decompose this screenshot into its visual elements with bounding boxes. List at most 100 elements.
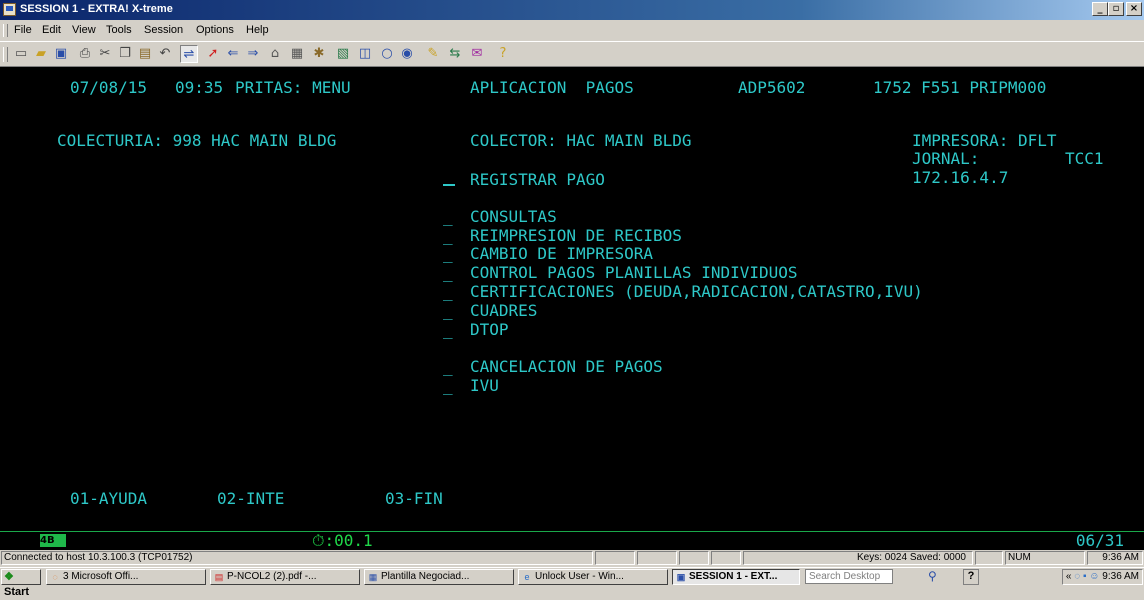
open-icon[interactable]: ▰ (32, 45, 50, 63)
toolbar-grip[interactable] (3, 47, 8, 62)
option-cancelacion[interactable]: CANCELACION DE PAGOS (470, 358, 663, 376)
menu-grip[interactable] (3, 24, 8, 37)
menu-tools[interactable]: Tools (106, 24, 132, 36)
screen-title: APLICACION PAGOS (470, 78, 634, 97)
menu-help[interactable]: Help (246, 24, 269, 36)
jornal-value: TCC1 (1065, 149, 1104, 168)
help-icon[interactable]: ? (494, 45, 512, 63)
input-cursor[interactable] (443, 184, 455, 186)
fkey-inte[interactable]: 02-INTE (217, 490, 284, 508)
task-pdf[interactable]: ▤ P-NCOL2 (2).pdf -... (210, 569, 360, 585)
zoom-icon[interactable]: ◫ (356, 45, 374, 63)
screen-time: 09:35 (175, 78, 224, 97)
search-desktop-input[interactable]: Search Desktop (805, 569, 893, 584)
option-dtop[interactable]: DTOP (470, 321, 509, 339)
help-tray-icon[interactable]: ? (963, 569, 979, 585)
monitor-icon[interactable]: ▪ (1083, 571, 1087, 582)
maximize-button[interactable]: ▫ (1108, 2, 1124, 16)
task-plantilla[interactable]: ▦ Plantilla Negociad... (364, 569, 514, 585)
windows-logo-icon: ❖ (4, 571, 14, 583)
app-icon[interactable] (3, 3, 16, 16)
close-button[interactable]: × (1126, 2, 1142, 16)
start-button[interactable]: ❖ Start (1, 569, 41, 598)
messenger-icon[interactable]: ☺ (1089, 571, 1099, 582)
home-icon[interactable]: ⌂ (266, 45, 284, 63)
pdf-icon: ▤ (214, 572, 224, 582)
tray-expand-icon[interactable]: « (1066, 571, 1072, 582)
macro-icon[interactable]: ➚ (204, 45, 222, 63)
screen-program: PRITAS: MENU (235, 78, 351, 97)
save-icon[interactable]: ▣ (52, 45, 70, 63)
status-bar: Connected to host 10.3.100.3 (TCP01752) … (0, 550, 1144, 567)
option-field[interactable]: _ (443, 245, 453, 263)
copy-icon[interactable]: ❐ (116, 45, 134, 63)
option-consultas[interactable]: CONSULTAS (470, 208, 557, 226)
option-reimpresion[interactable]: REIMPRESION DE RECIBOS (470, 227, 682, 245)
menu-view[interactable]: View (72, 24, 96, 36)
menu-edit[interactable]: Edit (42, 24, 61, 36)
connection-status: Connected to host 10.3.100.3 (TCP01752) (1, 551, 593, 565)
new-icon[interactable]: ▭ (12, 45, 30, 63)
circle-icon[interactable]: ○ (378, 45, 396, 63)
option-certificaciones[interactable]: CERTIFICACIONES (DEUDA,RADICACION,CATAST… (470, 283, 923, 301)
fkey-fin[interactable]: 03-FIN (385, 490, 443, 508)
task-microsoft-office[interactable]: ◌ 3 Microsoft Offi... (46, 569, 206, 585)
option-field[interactable]: _ (443, 358, 453, 376)
task-unlock-user[interactable]: e Unlock User - Win... (518, 569, 668, 585)
system-tray: « ◌ ▪ ☺ 9:36 AM (1061, 569, 1143, 585)
window-controls: _ ▫ × (1092, 2, 1142, 16)
option-field[interactable]: _ (443, 227, 453, 245)
option-field[interactable]: _ (443, 321, 453, 339)
network-icon[interactable]: ◌ (1074, 571, 1080, 582)
cut-icon[interactable]: ✂ (96, 45, 114, 63)
menu-session[interactable]: Session (144, 24, 183, 36)
connect-icon[interactable]: ⇌ (180, 45, 198, 63)
status-cell-3 (679, 551, 709, 565)
print-icon[interactable]: ⎙ (76, 45, 94, 63)
status-time: 9:36 AM (1087, 551, 1143, 565)
edit-icon[interactable]: ✎ (424, 45, 442, 63)
tools-icon[interactable]: ✱ (310, 45, 328, 63)
minimize-button[interactable]: _ (1092, 2, 1108, 16)
menu-bar: File Edit View Tools Session Options Hel… (0, 20, 1144, 42)
forward-icon[interactable]: ⇒ (244, 45, 262, 63)
search-icon[interactable]: ⚲ (928, 569, 937, 583)
fkey-ayuda[interactable]: 01-AYUDA (70, 490, 147, 508)
paste-icon[interactable]: ▤ (136, 45, 154, 63)
menu-options[interactable]: Options (196, 24, 234, 36)
response-timer: ⏱:00.1 (312, 531, 373, 550)
browser-icon: e (524, 572, 530, 582)
title-bar: SESSION 1 - EXTRA! X-treme _ ▫ × (0, 0, 1144, 20)
jornal-label: JORNAL: (912, 149, 980, 168)
option-cambio-impresora[interactable]: CAMBIO DE IMPRESORA (470, 245, 653, 263)
menu-file[interactable]: File (14, 24, 32, 36)
capture-icon[interactable]: ▧ (334, 45, 352, 63)
oia-status-line: 4B ⏱:00.1 06/31 (0, 531, 1144, 550)
option-field[interactable]: _ (443, 377, 453, 395)
terminal-screen[interactable]: 07/08/15 09:35 PRITAS: MENU APLICACION P… (0, 67, 1144, 549)
option-field[interactable]: _ (443, 283, 453, 301)
status-cell-2 (637, 551, 677, 565)
option-control-pagos[interactable]: CONTROL PAGOS PLANILLAS INDIVIDUOS (470, 264, 798, 282)
transfer-icon[interactable]: ⇆ (446, 45, 464, 63)
send-icon[interactable]: ✉ (468, 45, 486, 63)
task-session-1[interactable]: ▣ SESSION 1 - EXT... (672, 569, 800, 585)
option-registrar-pago[interactable]: REGISTRAR PAGO (470, 171, 605, 189)
option-cuadres[interactable]: CUADRES (470, 302, 537, 320)
back-icon[interactable]: ⇐ (224, 45, 242, 63)
option-field[interactable]: _ (443, 208, 453, 226)
option-ivu[interactable]: IVU (470, 377, 499, 395)
screen-date: 07/08/15 (70, 78, 148, 97)
status-cell-1 (595, 551, 635, 565)
option-field[interactable]: _ (443, 302, 453, 320)
undo-icon[interactable]: ↶ (156, 45, 174, 63)
num-lock-status: NUM (1005, 551, 1085, 565)
option-field[interactable]: _ (443, 264, 453, 282)
status-cell-4 (711, 551, 741, 565)
browser-icon[interactable]: ◉ (398, 45, 416, 63)
toolbar: ▭ ▰ ▣ ⎙ ✂ ❐ ▤ ↶ ⇌ ➚ ⇐ ⇒ ⌂ ▦ ✱ ▧ ◫ ○ ◉ ✎ … (0, 42, 1144, 67)
cursor-position: 06/31 (1075, 531, 1124, 550)
connection-indicator: 4B (40, 534, 66, 547)
stop-icon[interactable]: ▦ (288, 45, 306, 63)
window-title: SESSION 1 - EXTRA! X-treme (20, 3, 173, 15)
